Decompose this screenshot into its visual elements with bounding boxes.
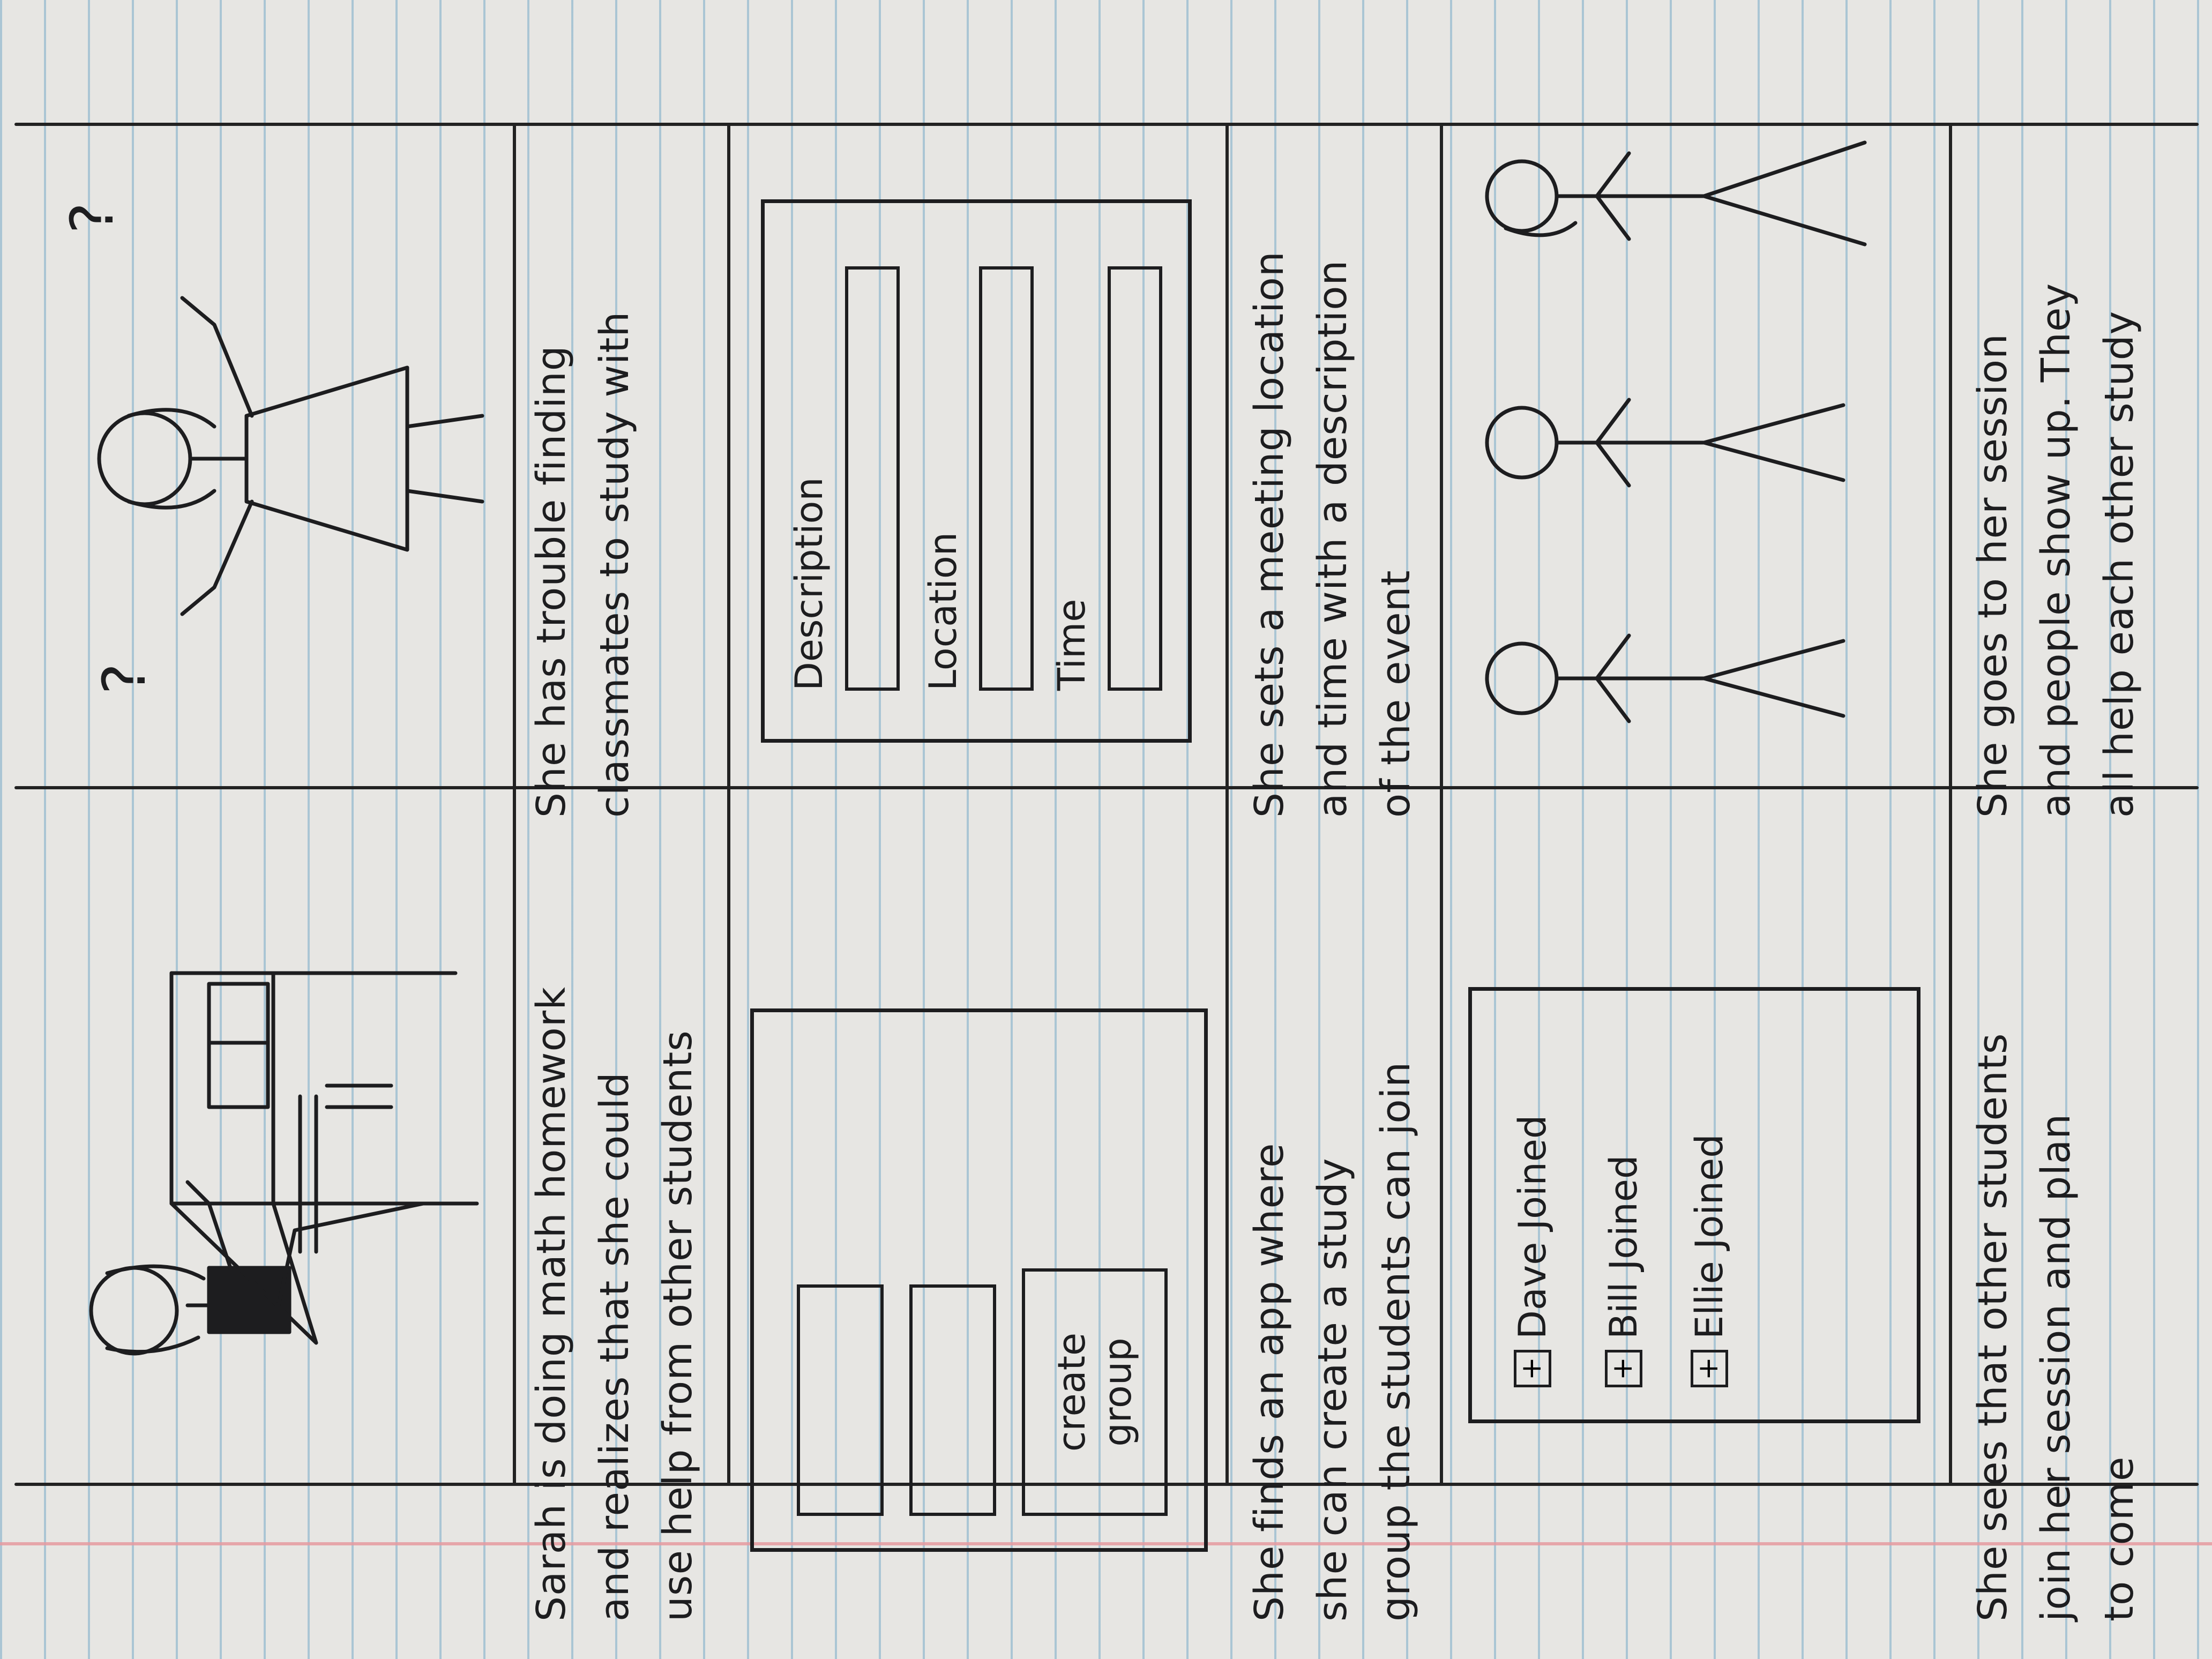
caption-3: She finds an app where she can create a …: [1246, 1061, 1419, 1621]
book: [207, 1041, 270, 1109]
caption-6: She goes to her session and people show …: [1970, 282, 2142, 818]
caption-4: She sets a meeting location and time wit…: [1246, 251, 1419, 818]
create-group-button[interactable]: create group: [1022, 1268, 1168, 1516]
joined-item-dave: + Dave Joined: [1509, 1115, 1556, 1387]
confused-dress: [244, 365, 409, 552]
question-mark-left: ?: [90, 663, 159, 694]
notebook-page: Sarah is doing math homework and realize…: [0, 0, 2212, 1659]
caption-2: She has trouble finding classmates to st…: [528, 311, 638, 818]
stick-figure-2: [1485, 398, 1845, 488]
caption-1: Sarah is doing math homework and realize…: [528, 986, 701, 1621]
plus-icon[interactable]: +: [1605, 1350, 1642, 1387]
location-field[interactable]: [979, 266, 1034, 691]
joined-text-bill: Bill Joined: [1602, 1155, 1646, 1339]
student-figure: [89, 1180, 425, 1356]
joined-item-bill: + Bill Joined: [1601, 1155, 1647, 1387]
sketch-input-box-1: [797, 1284, 884, 1516]
joined-list-sketch: + Dave Joined + Bill Joined + Ellie Join…: [1468, 987, 1920, 1423]
panel1-drawing: [89, 971, 479, 1356]
plus-icon[interactable]: +: [1514, 1350, 1551, 1387]
plus-icon[interactable]: +: [1691, 1350, 1728, 1387]
left-leg: [405, 489, 484, 504]
create-group-label: create group: [1050, 1332, 1140, 1452]
stick-figure-1: [1485, 633, 1845, 723]
sarah-head: [89, 1266, 179, 1356]
question-mark-right: ?: [58, 203, 126, 234]
right-leg: [405, 414, 484, 429]
paper: [207, 982, 270, 1045]
app-home-sketch: create group: [750, 1008, 1208, 1552]
description-field[interactable]: [845, 266, 900, 691]
joined-text-ellie: Ellie Joined: [1687, 1134, 1731, 1339]
right-arm: [180, 296, 254, 418]
event-form-sketch: Description Location Time: [761, 199, 1192, 743]
joined-text-dave: Dave Joined: [1511, 1115, 1555, 1339]
time-label: Time: [1050, 599, 1094, 691]
left-arm: [180, 499, 254, 616]
storyboard-content: Sarah is doing math homework and realize…: [0, 0, 2212, 1659]
sketch-input-box-2: [909, 1284, 996, 1516]
confused-head: [97, 411, 192, 506]
panel6-drawing: [1485, 140, 1867, 723]
panel2-drawing: ? ?: [58, 203, 484, 694]
joined-item-ellie: + Ellie Joined: [1686, 1134, 1732, 1387]
sarah-hair: [105, 1264, 206, 1354]
location-label: Location: [921, 532, 965, 691]
caption-5: She sees that other students join her se…: [1970, 1033, 2142, 1621]
description-label: Description: [787, 477, 831, 691]
time-field[interactable]: [1108, 266, 1162, 691]
stick-figure-3: [1485, 140, 1867, 246]
